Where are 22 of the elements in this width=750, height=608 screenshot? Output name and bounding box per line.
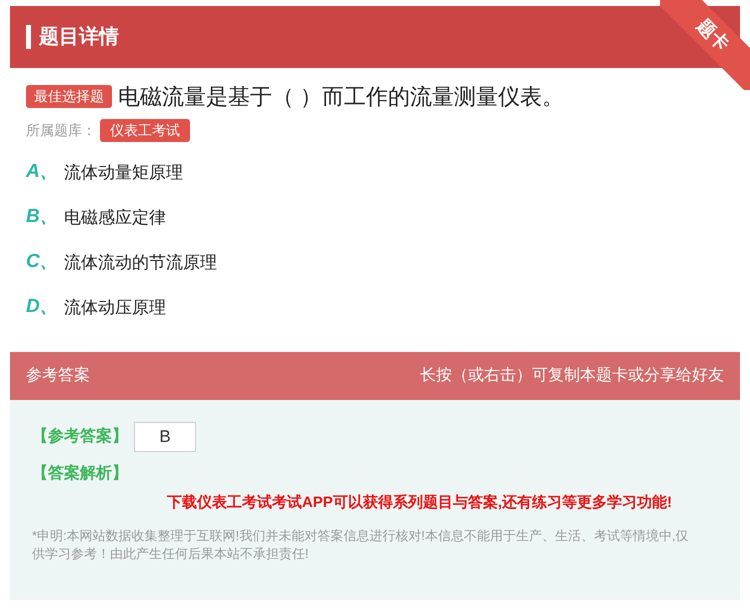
option-text: 流体流动的节流原理 xyxy=(64,252,217,274)
option-text: 流体动压原理 xyxy=(64,296,166,319)
question-type-tag: 最佳选择题 xyxy=(26,85,112,108)
option-text: 流体动量矩原理 xyxy=(64,162,183,184)
header-accent xyxy=(26,25,31,49)
bank-label: 所属题库： xyxy=(26,121,96,140)
promo-text: 下载仪表工考试考试APP可以获得系列题目与答案,还有练习等更多学习功能! xyxy=(166,492,672,513)
analysis-label: 【答案解析】 xyxy=(32,465,128,482)
answer-hint: 长按（或右击）可复制本题卡或分享给好友 xyxy=(420,366,724,386)
option-letter: B、 xyxy=(26,205,50,230)
bank-tag: 仪表工考试 xyxy=(100,119,190,142)
option-letter: A、 xyxy=(26,160,50,184)
answer-value: B xyxy=(134,422,196,452)
option-letter: C、 xyxy=(26,250,50,274)
question-text: 电磁流量是基于（ ）而工作的流量测量仪表。 xyxy=(118,83,564,111)
ribbon-label: 题卡 xyxy=(692,14,734,56)
answer-label: 【参考答案】 xyxy=(32,426,128,447)
option-letter: D、 xyxy=(26,295,50,320)
answer-title: 参考答案 xyxy=(26,365,90,386)
header-title: 题目详情 xyxy=(39,24,119,50)
option-text: 电磁感应定律 xyxy=(64,206,166,229)
disclaimer-text: *申明:本网站数据收集整理于互联网!我们并未能对答案信息进行核对!本信息不能用于生产、生活、考试等情境中,仅供学习参考！由此产生任何后果本站不承担责任! xyxy=(32,526,690,562)
